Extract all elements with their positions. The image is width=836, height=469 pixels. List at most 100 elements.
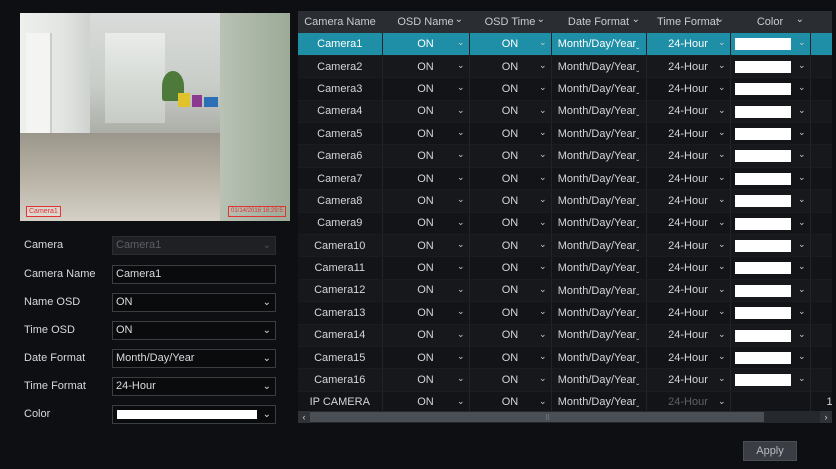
cell-color[interactable]: ⌄ [729, 234, 810, 258]
apply-button[interactable]: Apply [743, 441, 797, 461]
cell-time-format[interactable]: 24-Hour ⌄ [645, 167, 730, 191]
cell-date-format[interactable]: Month/Day/Yearˬ [550, 346, 646, 370]
col-camera-name-header[interactable]: Camera Name [298, 11, 382, 33]
cell-osd-time[interactable]: ON ⌄ [468, 212, 551, 236]
chevron-down-icon[interactable]: ⌄ [798, 217, 806, 228]
chevron-down-icon[interactable]: ⌄ [798, 60, 806, 71]
chevron-down-icon[interactable]: ⌄ [718, 127, 726, 138]
chevron-down-icon[interactable]: ⌄ [798, 284, 806, 295]
chevron-down-icon[interactable]: ⌄ [457, 172, 465, 183]
cell-time-format[interactable]: 24-Hour ⌄ [645, 189, 730, 213]
cell-osd-name[interactable]: ON ⌄ [381, 77, 469, 101]
scroll-right-icon[interactable]: › [820, 411, 832, 423]
chevron-down-icon[interactable]: ˬ [636, 330, 639, 340]
cell-osd-name[interactable]: ON ⌄ [381, 346, 469, 370]
cell-osd-name[interactable]: ON ⌄ [381, 368, 469, 392]
chevron-down-icon[interactable]: ⌄ [798, 239, 806, 250]
preview-osd-time[interactable]: 01/14/2016 16:29:5 [228, 206, 286, 217]
chevron-down-icon[interactable]: ⌄ [718, 82, 726, 93]
cell-camera-name[interactable]: Camera13 [298, 301, 382, 325]
cell-time-format[interactable]: 24-Hour ⌄ [645, 212, 730, 236]
cell-osd-name[interactable]: ON ⌄ [381, 189, 469, 213]
cell-time-format[interactable]: 24-Hour ⌄ [645, 77, 730, 101]
chevron-down-icon[interactable]: ⌄ [718, 105, 726, 116]
cell-color[interactable]: ⌄ [729, 33, 810, 56]
chevron-down-icon[interactable]: ⌄ [718, 149, 726, 160]
cell-camera-name[interactable]: Camera10 [298, 234, 382, 258]
chevron-down-icon[interactable]: ⌄ [718, 284, 726, 295]
cell-time-format[interactable]: 24-Hour ⌄ [645, 33, 730, 56]
cell-time-format[interactable]: 24-Hour ⌄ [645, 279, 730, 303]
chevron-down-icon[interactable]: ˬ [636, 106, 639, 116]
chevron-down-icon[interactable]: ˬ [636, 84, 639, 94]
chevron-down-icon[interactable]: ˬ [636, 129, 639, 139]
chevron-down-icon[interactable]: ⌄ [718, 172, 726, 183]
cell-date-format[interactable]: Month/Day/Yearˬ [550, 144, 646, 168]
chevron-down-icon[interactable]: ⌄ [457, 194, 465, 205]
cell-time-format[interactable]: 24-Hour ⌄ [645, 368, 730, 392]
cell-date-format[interactable]: Month/Day/Yearˬ [550, 167, 646, 191]
chevron-down-icon[interactable]: ⌄ [537, 14, 545, 25]
cell-time-format[interactable]: 24-Hour ⌄ [645, 122, 730, 146]
chevron-down-icon[interactable]: ˬ [636, 308, 639, 318]
col-date-format-header[interactable]: Date Format ⌄ [551, 11, 646, 33]
chevron-down-icon[interactable]: ⌄ [457, 306, 465, 317]
chevron-down-icon[interactable]: ⌄ [539, 239, 547, 250]
chevron-down-icon[interactable]: ⌄ [457, 127, 465, 138]
cell-osd-time[interactable]: ON ⌄ [468, 256, 551, 280]
chevron-down-icon[interactable]: ⌄ [457, 373, 465, 384]
table-row[interactable]: Camera5 ON ⌄ ON ⌄ Month/Day/Yearˬ 24-Hour ⌄ ⌄ [298, 122, 832, 146]
chevron-down-icon[interactable]: ⌄ [539, 306, 547, 317]
chevron-down-icon[interactable]: ⌄ [457, 60, 465, 71]
cell-osd-name[interactable]: ON ⌄ [381, 167, 469, 191]
chevron-down-icon[interactable]: ˬ [636, 263, 639, 273]
table-row[interactable]: Camera3 ON ⌄ ON ⌄ Month/Day/Yearˬ 24-Hour ⌄ ⌄ [298, 77, 832, 101]
chevron-down-icon[interactable]: ⌄ [455, 14, 463, 25]
cell-osd-time[interactable]: ON ⌄ [468, 301, 551, 325]
table-row[interactable]: Camera15 ON ⌄ ON ⌄ Month/Day/Yearˬ 24-Hour ⌄ ⌄ [298, 346, 832, 370]
chevron-down-icon[interactable]: ˬ [636, 218, 639, 228]
scroll-left-icon[interactable]: ‹ [298, 411, 310, 423]
table-row[interactable]: Camera13 ON ⌄ ON ⌄ Month/Day/Yearˬ 24-Hour ⌄ ⌄ [298, 301, 832, 325]
cell-color[interactable]: ⌄ [729, 122, 810, 146]
cell-camera-name[interactable]: Camera11 [298, 256, 382, 280]
cell-osd-name[interactable]: ON ⌄ [381, 33, 469, 56]
cell-date-format[interactable]: Month/Day/Yearˬ [550, 100, 646, 124]
cell-color[interactable]: ⌄ [729, 167, 810, 191]
cell-camera-name[interactable]: Camera7 [298, 167, 382, 191]
cell-time-format[interactable]: 24-Hour ⌄ [645, 234, 730, 258]
cell-osd-time[interactable]: ON ⌄ [468, 144, 551, 168]
chevron-down-icon[interactable]: ⌄ [798, 105, 806, 116]
chevron-down-icon[interactable]: ⌄ [539, 60, 547, 71]
chevron-down-icon[interactable]: ⌄ [539, 127, 547, 138]
cell-osd-time[interactable]: ON ⌄ [468, 55, 551, 79]
preview-osd-name[interactable]: Camera1 [26, 206, 61, 217]
cell-color[interactable]: ⌄ [729, 256, 810, 280]
chevron-down-icon[interactable]: ⌄ [718, 194, 726, 205]
cell-camera-name[interactable]: Camera2 [298, 55, 382, 79]
chevron-down-icon[interactable]: ⌄ [798, 194, 806, 205]
cell-osd-name[interactable]: ON ⌄ [381, 256, 469, 280]
col-time-format-header[interactable]: Time Format ⌄ [646, 11, 730, 33]
cell-date-format[interactable]: Month/Day/Yearˬ [550, 368, 646, 392]
cell-camera-name[interactable]: Camera14 [298, 324, 382, 347]
cell-date-format[interactable]: Month/Day/Yearˬ [550, 122, 646, 146]
chevron-down-icon[interactable]: ⌄ [718, 217, 726, 228]
cell-date-format[interactable]: Month/Day/Yearˬ [550, 189, 646, 213]
cell-osd-name[interactable]: ON ⌄ [381, 324, 469, 347]
cell-date-format[interactable]: Month/Day/Yearˬ [550, 33, 646, 56]
chevron-down-icon[interactable]: ⌄ [457, 396, 465, 407]
chevron-down-icon[interactable]: ⌄ [457, 37, 465, 48]
cell-osd-name[interactable]: ON ⌄ [381, 279, 469, 303]
table-row[interactable]: Camera2 ON ⌄ ON ⌄ Month/Day/Yearˬ 24-Hour ⌄ ⌄ [298, 55, 832, 79]
table-row[interactable]: Camera12 ON ⌄ ON ⌄ Month/Day/Yearˬ 24-Hour ⌄ ⌄ [298, 279, 832, 303]
cell-camera-name[interactable]: Camera3 [298, 77, 382, 101]
chevron-down-icon[interactable]: ⌄ [539, 396, 547, 407]
name-osd-select[interactable]: ON ⌄ [112, 293, 276, 312]
cell-camera-name[interactable]: Camera16 [298, 368, 382, 392]
chevron-down-icon[interactable]: ⌄ [457, 105, 465, 116]
cell-osd-name[interactable]: ON ⌄ [381, 122, 469, 146]
cell-color[interactable]: ⌄ [729, 77, 810, 101]
color-select[interactable]: ⌄ [112, 405, 276, 424]
table-row[interactable]: Camera7 ON ⌄ ON ⌄ Month/Day/Yearˬ 24-Hour ⌄ ⌄ [298, 167, 832, 191]
